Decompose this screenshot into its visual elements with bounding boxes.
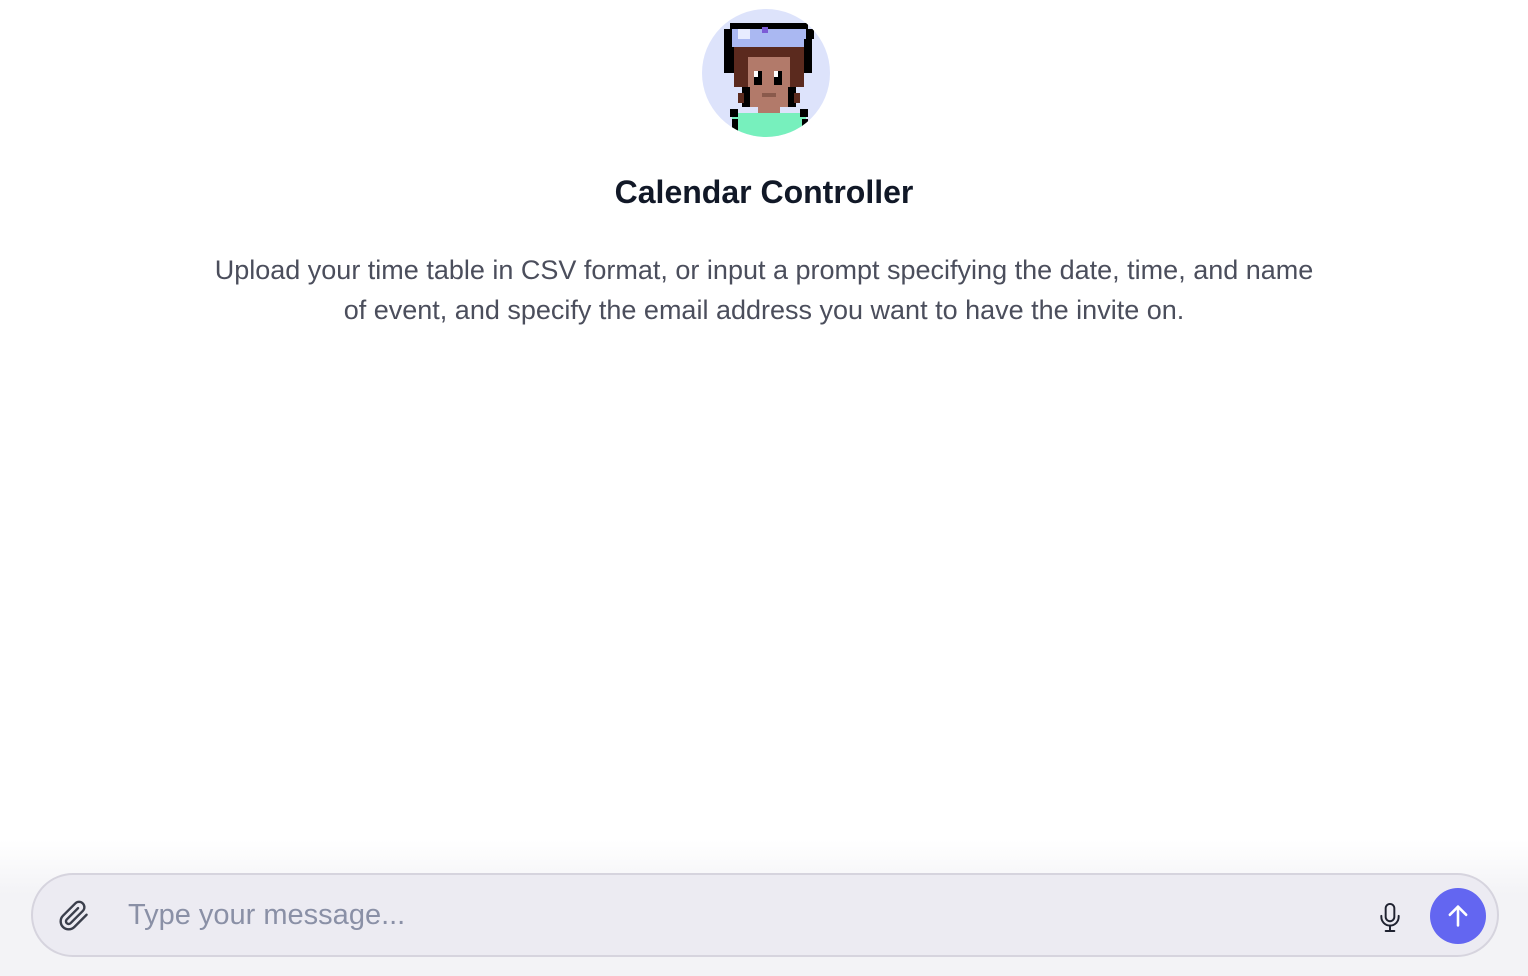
send-message-button[interactable] <box>1430 888 1486 944</box>
agent-description: Upload your time table in CSV format, or… <box>214 255 1314 325</box>
attach-file-button[interactable] <box>54 896 94 936</box>
agent-avatar <box>702 9 830 137</box>
paperclip-icon <box>59 900 88 931</box>
voice-input-button[interactable] <box>1370 898 1410 938</box>
message-input[interactable] <box>128 893 1348 937</box>
microphone-icon <box>1380 902 1400 932</box>
agent-title: Calendar Controller <box>614 174 914 210</box>
arrow-up-icon <box>1448 905 1468 927</box>
chat-page: Calendar Controller Upload your time tab… <box>0 0 1528 976</box>
pixel-art-character-icon <box>724 23 814 137</box>
